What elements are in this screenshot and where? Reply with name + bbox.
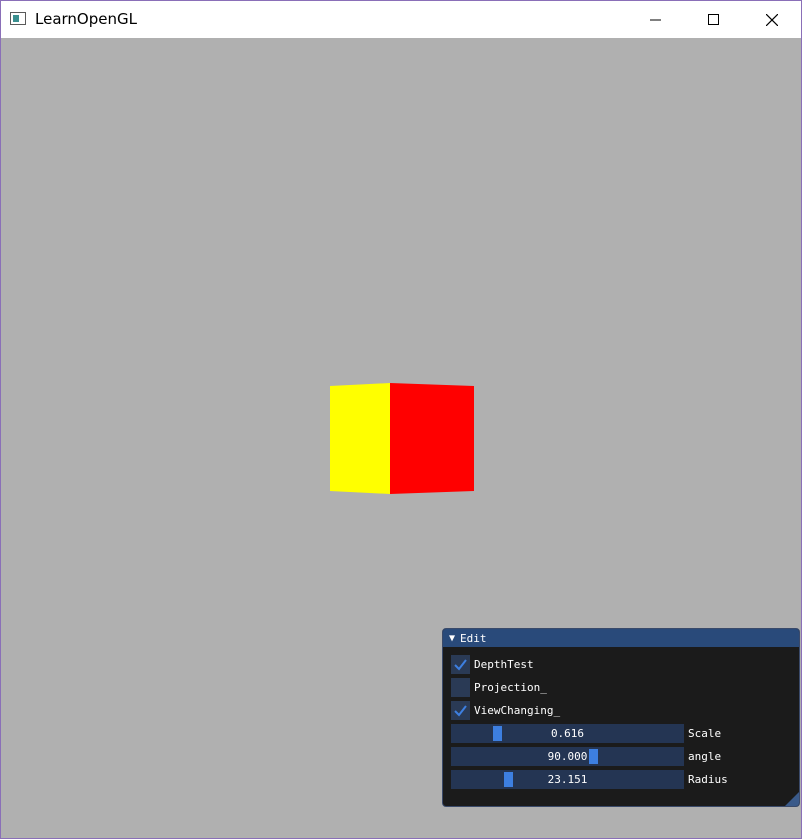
projection-label: Projection_ [474,681,547,694]
title-bar[interactable]: LearnOpenGL [1,1,801,38]
render-viewport[interactable]: ▼ Edit DepthTest Projection_ ViewChangin… [1,38,801,838]
minimize-icon [650,19,661,20]
depth-test-checkbox[interactable] [451,655,470,674]
angle-slider[interactable]: 90.000 [451,747,684,766]
depth-test-label: DepthTest [474,658,534,671]
window-title: LearnOpenGL [35,10,137,28]
angle-row: 90.000 angle [451,747,721,766]
triangle-down-icon[interactable]: ▼ [449,633,455,644]
opengl-window-icon [10,12,26,25]
app-window: LearnOpenGL ▼ Edit DepthTest Projection_… [0,0,802,839]
scale-row: 0.616 Scale [451,724,721,743]
scale-slider[interactable]: 0.616 [451,724,684,743]
angle-label: angle [688,750,722,763]
view-changing-label: ViewChanging_ [474,704,561,717]
close-button[interactable] [743,1,801,38]
close-icon [766,13,778,26]
projection-checkbox[interactable] [451,678,470,697]
radius-row: 23.151 Radius [451,770,728,789]
cube-left-face [330,383,390,494]
scale-value: 0.616 [550,727,585,740]
scale-label: Scale [688,727,722,740]
radius-label: Radius [688,773,728,786]
projection-row[interactable]: Projection_ [451,678,547,697]
view-changing-checkbox[interactable] [451,701,470,720]
checkmark-icon [454,659,467,671]
depth-test-row[interactable]: DepthTest [451,655,534,674]
maximize-button[interactable] [685,1,743,38]
maximize-icon [708,13,719,25]
checkmark-icon [454,705,467,717]
resize-grip[interactable] [785,792,799,806]
radius-slider[interactable]: 23.151 [451,770,684,789]
edit-panel-title: Edit [460,631,487,645]
radius-value: 23.151 [547,773,588,786]
minimize-button[interactable] [627,1,685,38]
view-changing-row[interactable]: ViewChanging_ [451,701,560,720]
edit-panel-header[interactable]: ▼ Edit [443,629,799,647]
edit-panel: ▼ Edit DepthTest Projection_ ViewChangin… [442,628,800,807]
cube-right-face [390,383,474,494]
angle-value: 90.000 [547,750,588,763]
